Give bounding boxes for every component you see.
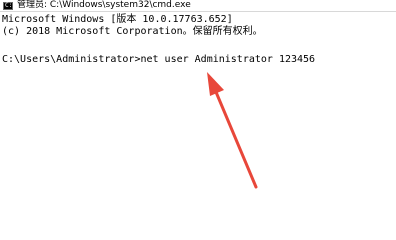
console-line-copyright: (c) 2018 Microsoft Corporation。保留所有权利。 [2, 26, 263, 37]
cmd-window: C: 管理员: C:\Windows\system32\cmd.exe Micr… [0, 0, 396, 202]
window-title: 管理员: C:\Windows\system32\cmd.exe [17, 0, 191, 10]
console-output[interactable]: Microsoft Windows [版本 10.0.17763.652] (c… [0, 11, 396, 202]
cmd-icon[interactable]: C: [3, 1, 13, 10]
command-line: C:\Users\Administrator>net user Administ… [2, 54, 316, 65]
console-line-version: Microsoft Windows [版本 10.0.17763.652] [2, 14, 233, 25]
title-bar[interactable]: C: 管理员: C:\Windows\system32\cmd.exe [0, 0, 396, 11]
